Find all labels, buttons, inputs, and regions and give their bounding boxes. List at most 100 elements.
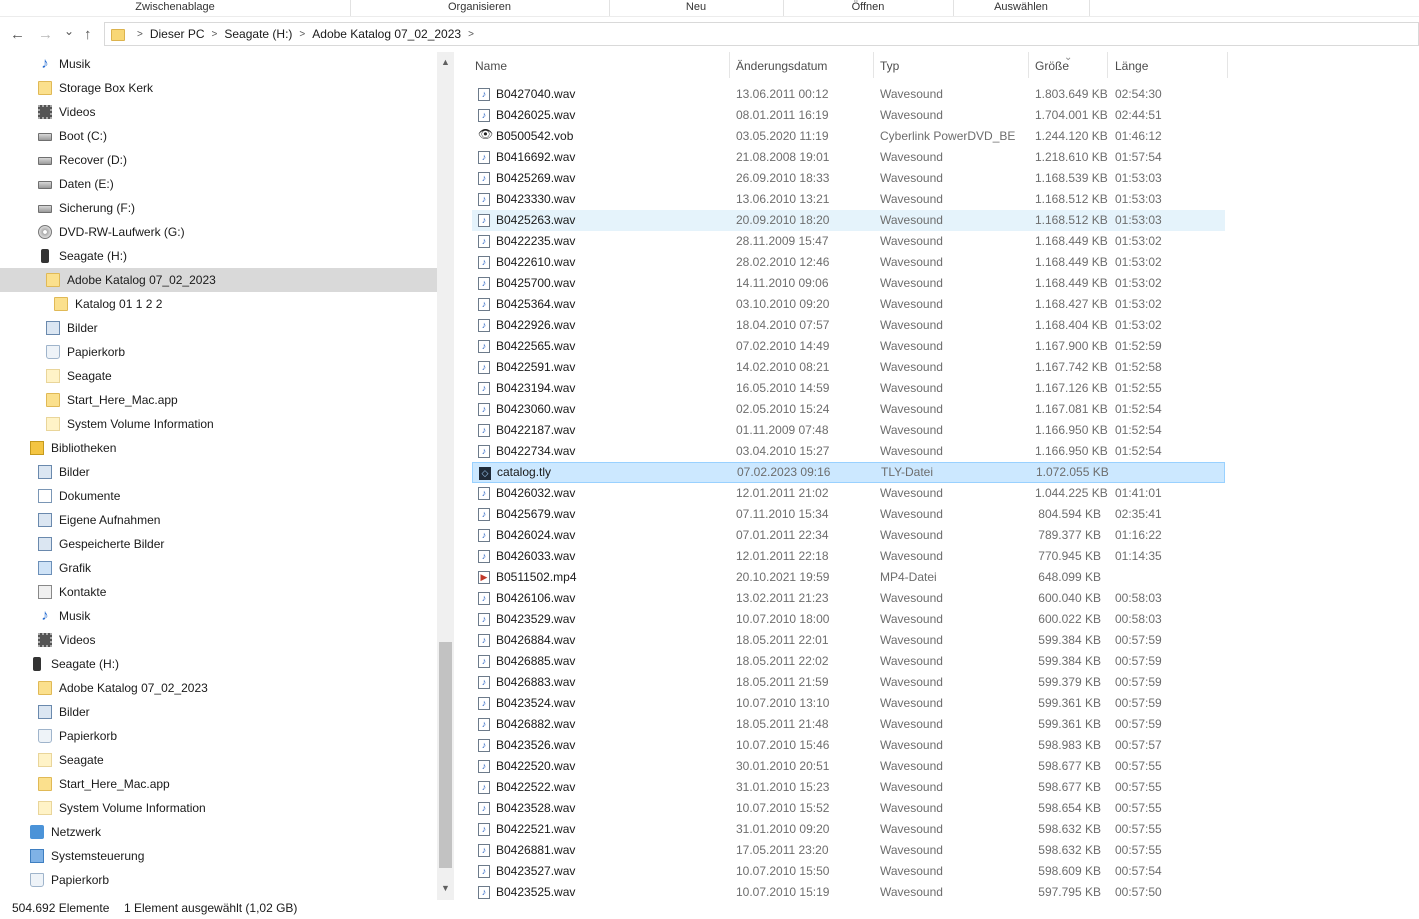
file-row[interactable]: ♪ B0426033.wav 12.01.2011 22:18 Wavesound 77… (472, 546, 1225, 567)
file-row[interactable]: ♪ B0425679.wav 07.11.2010 15:34 Wavesound 80… (472, 504, 1225, 525)
column-divider[interactable] (873, 52, 874, 78)
nav-item[interactable]: Bilder (0, 700, 437, 724)
file-row[interactable]: ♪ B0422235.wav 28.11.2009 15:47 Wavesound 1.… (472, 231, 1225, 252)
nav-item[interactable]: Papierkorb (0, 868, 437, 892)
file-row[interactable]: ♪ B0427040.wav 13.06.2011 00:12 Wavesound 1.… (472, 84, 1225, 105)
navigation-scrollbar[interactable]: ▲ ▼ (437, 52, 454, 900)
nav-item[interactable]: Videos (0, 100, 437, 124)
column-header-name[interactable]: Name (475, 58, 507, 86)
scroll-down-icon[interactable]: ▼ (437, 880, 454, 896)
back-button[interactable]: ← (10, 26, 25, 44)
nav-item-label: Daten (E:) (59, 177, 114, 191)
nav-item[interactable]: Daten (E:) (0, 172, 437, 196)
file-row[interactable]: ♪ B0423524.wav 10.07.2010 13:10 Wavesound 59… (472, 693, 1225, 714)
nav-item[interactable]: Start_Here_Mac.app (0, 388, 437, 412)
nav-item[interactable]: Seagate (0, 364, 437, 388)
file-row[interactable]: ♪ B0422926.wav 18.04.2010 07:57 Wavesound 1.… (472, 315, 1225, 336)
column-divider[interactable] (1028, 52, 1029, 78)
nav-item[interactable]: DVD-RW-Laufwerk (G:) (0, 220, 437, 244)
navigation-pane[interactable]: ♪ Musik Storage Box Kerk Videos Boot (C:) Rec… (0, 52, 437, 900)
nav-item[interactable]: Papierkorb (0, 340, 437, 364)
file-name: B0423194.wav (496, 381, 576, 395)
file-row[interactable]: ♪ B0426884.wav 18.05.2011 22:01 Wavesound 59… (472, 630, 1225, 651)
scroll-up-icon[interactable]: ▲ (437, 54, 454, 70)
nav-item[interactable]: Adobe Katalog 07_02_2023 (0, 676, 437, 700)
file-row[interactable]: ▶ B0511502.mp4 20.10.2021 19:59 MP4-Datei 64… (472, 567, 1225, 588)
file-row[interactable]: ◇ catalog.tly 07.02.2023 09:16 TLY-Datei 1.0… (472, 462, 1225, 483)
file-row[interactable]: ♪ B0423330.wav 13.06.2010 13:21 Wavesound 1.… (472, 189, 1225, 210)
breadcrumb-current-folder[interactable]: Adobe Katalog 07_02_2023 (312, 27, 461, 41)
nav-item[interactable]: ♪ Musik (0, 52, 437, 76)
file-row[interactable]: ♪ B0426881.wav 17.05.2011 23:20 Wavesound 59… (472, 840, 1225, 861)
nav-item[interactable]: Dokumente (0, 484, 437, 508)
file-name: B0422565.wav (496, 339, 576, 353)
file-row[interactable]: ♪ B0423060.wav 02.05.2010 15:24 Wavesound 1.… (472, 399, 1225, 420)
nav-item[interactable]: Videos (0, 628, 437, 652)
file-row[interactable]: ♪ B0423529.wav 10.07.2010 18:00 Wavesound 60… (472, 609, 1225, 630)
column-header-date[interactable]: Änderungsdatum (736, 58, 827, 86)
file-row[interactable]: ♪ B0425269.wav 26.09.2010 18:33 Wavesound 1.… (472, 168, 1225, 189)
file-row[interactable]: ♪ B0422521.wav 31.01.2010 09:20 Wavesound 59… (472, 819, 1225, 840)
file-row[interactable]: ♪ B0425364.wav 03.10.2010 09:20 Wavesound 1.… (472, 294, 1225, 315)
nav-item[interactable]: System Volume Information (0, 412, 437, 436)
file-row[interactable]: ♪ B0426882.wav 18.05.2011 21:48 Wavesound 59… (472, 714, 1225, 735)
address-bar[interactable]: > Dieser PC > Seagate (H:) > Adobe Katal… (104, 22, 1419, 46)
nav-item[interactable]: Sicherung (F:) (0, 196, 437, 220)
nav-item[interactable]: Start_Here_Mac.app (0, 772, 437, 796)
nav-item[interactable]: Eigene Aufnahmen (0, 508, 437, 532)
file-row[interactable]: ♪ B0426883.wav 18.05.2011 21:59 Wavesound 59… (472, 672, 1225, 693)
nav-item[interactable]: Recover (D:) (0, 148, 437, 172)
file-row[interactable]: ♪ B0423528.wav 10.07.2010 15:52 Wavesound 59… (472, 798, 1225, 819)
file-row[interactable]: ♪ B0422565.wav 07.02.2010 14:49 Wavesound 1.… (472, 336, 1225, 357)
file-row[interactable]: ♪ B0422187.wav 01.11.2009 07:48 Wavesound 1.… (472, 420, 1225, 441)
nav-item[interactable]: Systemsteuerung (0, 844, 437, 868)
nav-item[interactable]: Bilder (0, 460, 437, 484)
breadcrumb-this-pc[interactable]: Dieser PC (150, 27, 205, 41)
file-row[interactable]: ♪ B0423194.wav 16.05.2010 14:59 Wavesound 1.… (472, 378, 1225, 399)
column-divider[interactable] (1107, 52, 1108, 78)
nav-item[interactable]: Seagate (0, 748, 437, 772)
nav-item[interactable]: Seagate (H:) (0, 652, 437, 676)
nav-item[interactable]: Papierkorb (0, 724, 437, 748)
recent-locations-button[interactable]: ⌄ (64, 22, 74, 40)
nav-item[interactable]: Bibliotheken (0, 436, 437, 460)
forward-button[interactable]: → (38, 26, 53, 44)
breadcrumb-seagate[interactable]: Seagate (H:) (224, 27, 292, 41)
file-row[interactable]: ♪ B0422591.wav 14.02.2010 08:21 Wavesound 1.… (472, 357, 1225, 378)
column-divider[interactable] (729, 52, 730, 78)
file-row[interactable]: ♪ B0423527.wav 10.07.2010 15:50 Wavesound 59… (472, 861, 1225, 882)
file-row[interactable]: ♪ B0426024.wav 07.01.2011 22:34 Wavesound 78… (472, 525, 1225, 546)
nav-item[interactable]: Storage Box Kerk (0, 76, 437, 100)
file-row[interactable]: ♪ B0422522.wav 31.01.2010 15:23 Wavesound 59… (472, 777, 1225, 798)
nav-item[interactable]: ♪ Musik (0, 604, 437, 628)
nav-item[interactable]: Grafik (0, 556, 437, 580)
file-row[interactable]: ♪ B0425263.wav 20.09.2010 18:20 Wavesound 1.… (472, 210, 1225, 231)
file-row[interactable]: 👁 B0500542.vob 03.05.2020 11:19 Cyberlink P… (472, 126, 1225, 147)
nav-item[interactable]: Adobe Katalog 07_02_2023 (0, 268, 437, 292)
column-header-length[interactable]: Länge (1115, 58, 1148, 86)
nav-item[interactable]: Katalog 01 1 2 2 (0, 292, 437, 316)
file-row[interactable]: ♪ B0426106.wav 13.02.2011 21:23 Wavesound 60… (472, 588, 1225, 609)
file-row[interactable]: ♪ B0423525.wav 10.07.2010 15:19 Wavesound 59… (472, 882, 1225, 900)
column-header-type[interactable]: Typ (880, 58, 899, 86)
up-button[interactable]: ↑ (84, 26, 92, 44)
nav-item[interactable]: Seagate (H:) (0, 244, 437, 268)
nav-item[interactable]: Bilder (0, 316, 437, 340)
file-row[interactable]: ♪ B0422734.wav 03.04.2010 15:27 Wavesound 1.… (472, 441, 1225, 462)
file-row[interactable]: ♪ B0426032.wav 12.01.2011 21:02 Wavesound 1.… (472, 483, 1225, 504)
column-divider[interactable] (1227, 52, 1228, 78)
nav-item[interactable]: Gespeicherte Bilder (0, 532, 437, 556)
nav-item[interactable]: System Volume Information (0, 796, 437, 820)
file-list[interactable]: Name Änderungsdatum Typ Größe ⌄ Länge ♪ B… (470, 52, 1419, 900)
file-row[interactable]: ♪ B0422610.wav 28.02.2010 12:46 Wavesound 1.… (472, 252, 1225, 273)
file-row[interactable]: ♪ B0416692.wav 21.08.2008 19:01 Wavesound 1.… (472, 147, 1225, 168)
file-row[interactable]: ♪ B0426025.wav 08.01.2011 16:19 Wavesound 1.… (472, 105, 1225, 126)
nav-item[interactable]: Netzwerk (0, 820, 437, 844)
file-row[interactable]: ♪ B0426885.wav 18.05.2011 22:02 Wavesound 59… (472, 651, 1225, 672)
scrollbar-thumb[interactable] (439, 642, 452, 868)
file-row[interactable]: ♪ B0422520.wav 30.01.2010 20:51 Wavesound 59… (472, 756, 1225, 777)
file-row[interactable]: ♪ B0423526.wav 10.07.2010 15:46 Wavesound 59… (472, 735, 1225, 756)
nav-item[interactable]: Boot (C:) (0, 124, 437, 148)
nav-item[interactable]: Kontakte (0, 580, 437, 604)
file-row[interactable]: ♪ B0425700.wav 14.11.2010 09:06 Wavesound 1.… (472, 273, 1225, 294)
